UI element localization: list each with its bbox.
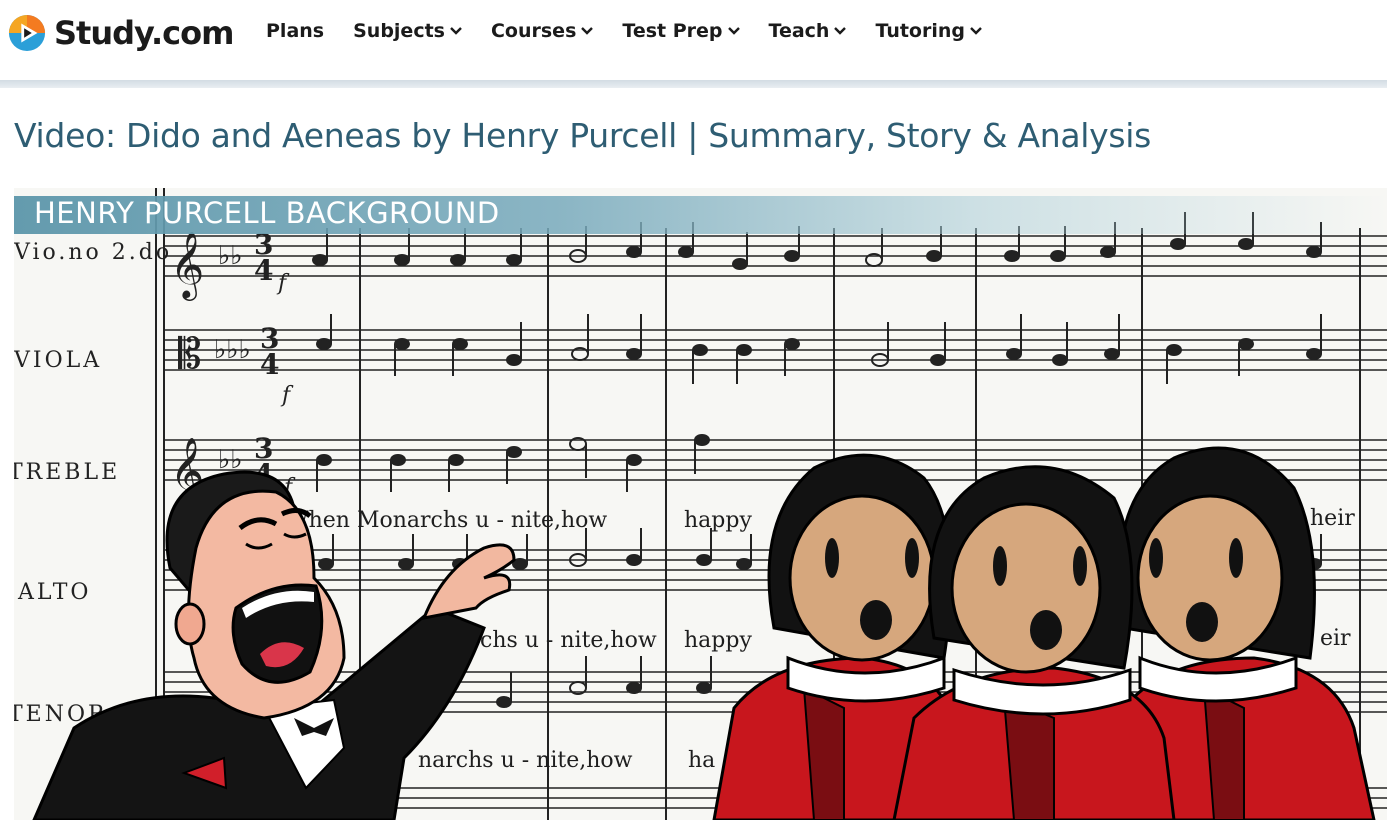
nav-test-prep-label: Test Prep [622, 20, 723, 42]
play-logo-icon [8, 14, 46, 52]
nav-courses[interactable]: Courses [490, 20, 594, 42]
nav-plans-label: Plans [266, 20, 325, 42]
chevron-down-icon [727, 27, 740, 35]
chevron-down-icon [834, 27, 847, 35]
nav-subjects[interactable]: Subjects [353, 20, 462, 42]
nav-teach-label: Teach [768, 20, 830, 42]
nav-courses-label: Courses [490, 20, 577, 42]
chevron-down-icon [450, 27, 462, 35]
chevron-down-icon [970, 27, 982, 35]
nav-test-prep[interactable]: Test Prep [622, 20, 740, 42]
chevron-down-icon [581, 27, 594, 35]
brand-name: Study.com [54, 14, 234, 52]
nav-teach[interactable]: Teach [769, 20, 847, 42]
nav-plans[interactable]: Plans [266, 20, 324, 42]
top-navigation-bar: Study.com Plans Subjects Courses Test Pr… [0, 0, 1387, 80]
video-player[interactable]: 𝄞 ♭♭ 3 4 f 𝄡 ♭♭♭ 3 4 f 𝄞 ♭♭ 3 4 f [14, 188, 1387, 820]
nav-tutoring-label: Tutoring [875, 20, 965, 42]
study-logo[interactable]: Study.com [8, 14, 234, 52]
cartoon-characters-illustration [32, 446, 1376, 820]
opera-singer-illustration [32, 470, 516, 820]
header-divider [0, 80, 1387, 88]
page-title: Video: Dido and Aeneas by Henry Purcell … [14, 116, 1152, 155]
main-nav: Plans Subjects Courses Test Prep Teach T… [266, 20, 1011, 42]
nav-subjects-label: Subjects [353, 20, 445, 42]
nav-tutoring[interactable]: Tutoring [875, 20, 982, 42]
